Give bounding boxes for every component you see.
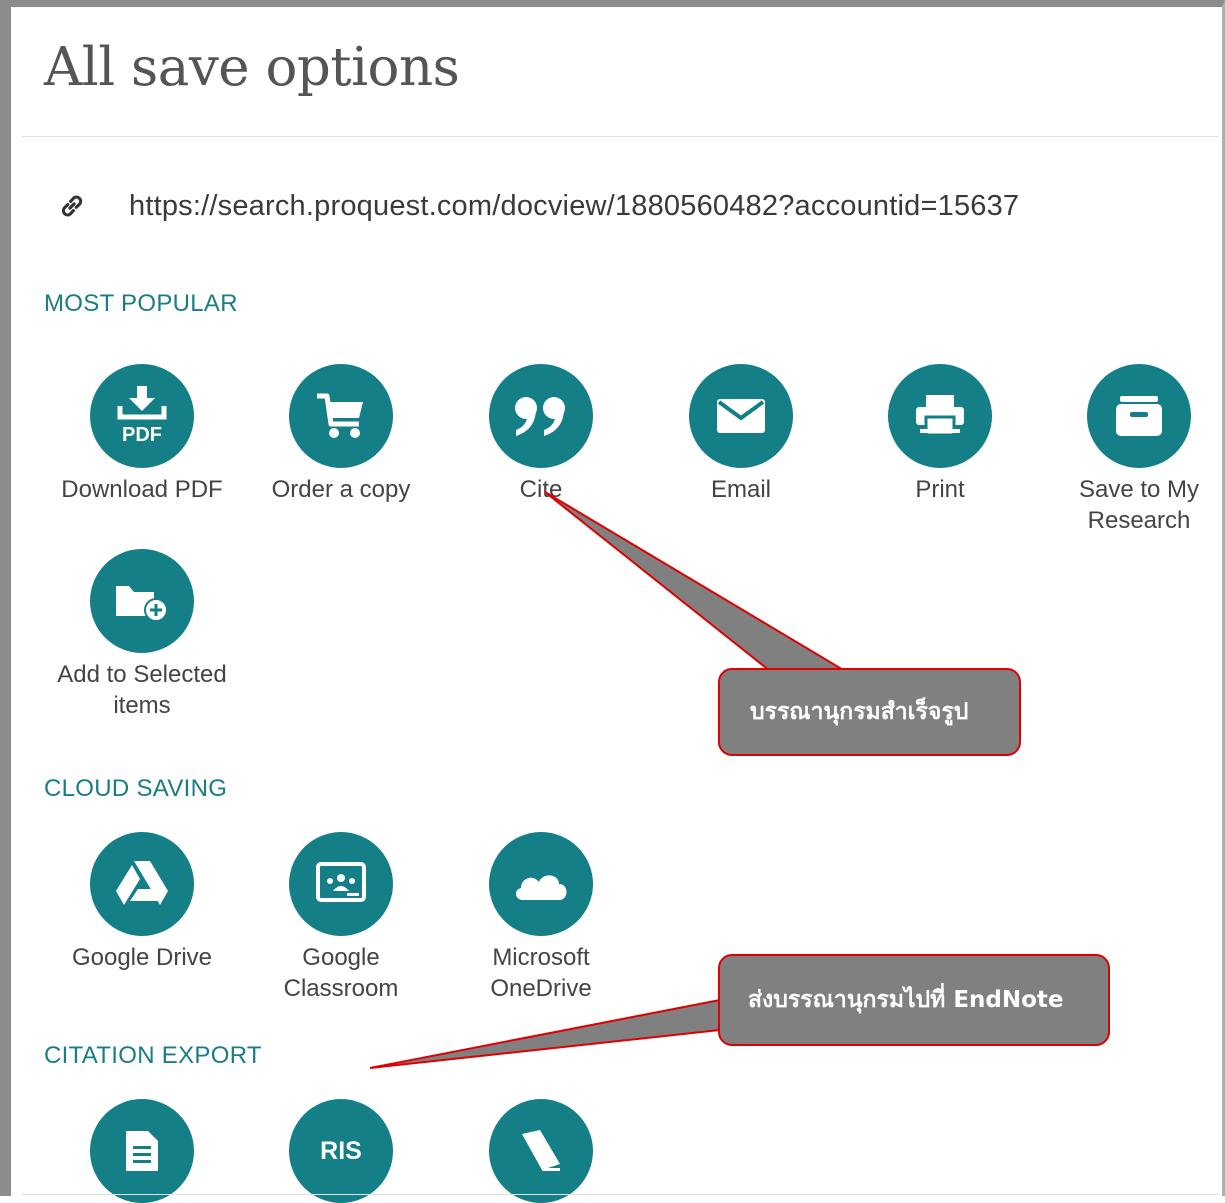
endnote-callout: ส่งบรรณานุกรมไปที่ EndNote <box>718 954 1110 1046</box>
endnote-callout-text: ส่งบรรณานุกรมไปที่ EndNote <box>748 987 1064 1013</box>
cite-callout-pointer <box>544 491 849 672</box>
endnote-callout-pointer <box>369 998 721 1069</box>
cite-callout-text: บรรณานุกรมสำเร็จรูป <box>750 699 969 725</box>
cite-callout: บรรณานุกรมสำเร็จรูป <box>718 668 1021 756</box>
